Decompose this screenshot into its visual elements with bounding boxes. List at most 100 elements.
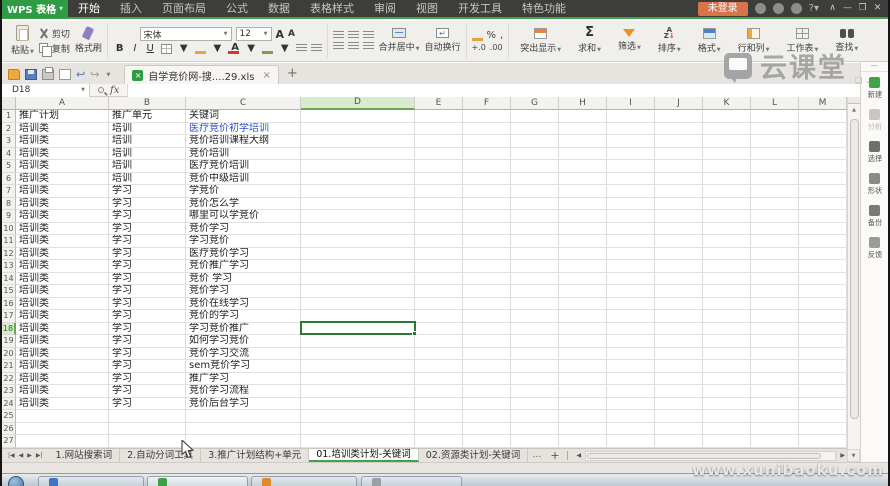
- cell-J20[interactable]: [655, 348, 703, 361]
- cell-B17[interactable]: 学习: [109, 310, 186, 323]
- cell-C24[interactable]: 竞价后台学习: [186, 398, 301, 411]
- cell-J23[interactable]: [655, 385, 703, 398]
- print-preview-icon[interactable]: [59, 69, 71, 80]
- cell-K5[interactable]: [703, 160, 751, 173]
- selected-cell-outline[interactable]: [300, 321, 416, 335]
- cell-M27[interactable]: [799, 435, 847, 448]
- cell-D15[interactable]: [301, 285, 415, 298]
- cell-M2[interactable]: [799, 123, 847, 136]
- cell-M21[interactable]: [799, 360, 847, 373]
- row-header-10[interactable]: 10: [2, 223, 16, 236]
- cell-E26[interactable]: [415, 423, 463, 436]
- cell-J8[interactable]: [655, 198, 703, 211]
- cell-G1[interactable]: [511, 110, 559, 123]
- cell-M25[interactable]: [799, 410, 847, 423]
- theme-icon[interactable]: [755, 3, 766, 14]
- cell-F20[interactable]: [463, 348, 511, 361]
- cell-H1[interactable]: [559, 110, 607, 123]
- taskbar-button-app[interactable]: [361, 476, 462, 486]
- last-sheet-icon[interactable]: ▶|: [36, 452, 43, 459]
- cell-D10[interactable]: [301, 223, 415, 236]
- cell-D13[interactable]: [301, 260, 415, 273]
- cell-F4[interactable]: [463, 148, 511, 161]
- format-button[interactable]: 格式▼: [692, 28, 727, 54]
- column-header-J[interactable]: J: [655, 97, 703, 110]
- cell-K18[interactable]: [703, 323, 751, 336]
- more-sheets-button[interactable]: …: [528, 449, 545, 462]
- cell-C25[interactable]: [186, 410, 301, 423]
- cell-G16[interactable]: [511, 298, 559, 311]
- cell-A27[interactable]: [16, 435, 109, 448]
- cell-H5[interactable]: [559, 160, 607, 173]
- cell-E14[interactable]: [415, 273, 463, 286]
- cell-L5[interactable]: [751, 160, 799, 173]
- cell-M12[interactable]: [799, 248, 847, 261]
- cell-J11[interactable]: [655, 235, 703, 248]
- cell-A8[interactable]: 培训类: [16, 198, 109, 211]
- cell-I26[interactable]: [607, 423, 655, 436]
- cell-A14[interactable]: 培训类: [16, 273, 109, 286]
- cell-J27[interactable]: [655, 435, 703, 448]
- cell-E27[interactable]: [415, 435, 463, 448]
- cell-B11[interactable]: 学习: [109, 235, 186, 248]
- cell-F3[interactable]: [463, 135, 511, 148]
- cell-E16[interactable]: [415, 298, 463, 311]
- cell-M22[interactable]: [799, 373, 847, 386]
- merge-center-button[interactable]: 合并居中▼: [379, 28, 420, 53]
- row-header-2[interactable]: 2: [2, 123, 16, 136]
- refresh-icon[interactable]: [773, 3, 784, 14]
- cell-E18[interactable]: [415, 323, 463, 336]
- cell-I24[interactable]: [607, 398, 655, 411]
- cell-E19[interactable]: [415, 335, 463, 348]
- cell-C18[interactable]: 学习竞价推广: [186, 323, 301, 336]
- sidebar-item-反馈[interactable]: 反馈: [861, 232, 888, 264]
- cell-I17[interactable]: [607, 310, 655, 323]
- cell-E12[interactable]: [415, 248, 463, 261]
- cell-D26[interactable]: [301, 423, 415, 436]
- sheet-tab-2.自动分词工具[interactable]: 2.自动分词工具: [120, 449, 201, 462]
- cell-I22[interactable]: [607, 373, 655, 386]
- cell-C8[interactable]: 竞价怎么学: [186, 198, 301, 211]
- cell-A17[interactable]: 培训类: [16, 310, 109, 323]
- cell-K11[interactable]: [703, 235, 751, 248]
- row-header-25[interactable]: 25: [2, 410, 16, 423]
- select-all-corner[interactable]: [2, 97, 16, 110]
- cell-A19[interactable]: 培训类: [16, 335, 109, 348]
- cell-G2[interactable]: [511, 123, 559, 136]
- menu-tab-页面布局[interactable]: 页面布局: [152, 0, 216, 18]
- close-icon[interactable]: ✕: [871, 2, 884, 15]
- cell-C14[interactable]: 竞价 学习: [186, 273, 301, 286]
- cell-C1[interactable]: 关键词: [186, 110, 301, 123]
- cell-F6[interactable]: [463, 173, 511, 186]
- cell-C16[interactable]: 竞价在线学习: [186, 298, 301, 311]
- cell-C9[interactable]: 哪里可以学竞价: [186, 210, 301, 223]
- cell-A20[interactable]: 培训类: [16, 348, 109, 361]
- cell-A11[interactable]: 培训类: [16, 235, 109, 248]
- cell-G24[interactable]: [511, 398, 559, 411]
- cell-L16[interactable]: [751, 298, 799, 311]
- cell-L4[interactable]: [751, 148, 799, 161]
- cell-F15[interactable]: [463, 285, 511, 298]
- maximize-icon[interactable]: ❐: [856, 2, 869, 15]
- menu-tab-开发工具[interactable]: 开发工具: [448, 0, 512, 18]
- cell-F9[interactable]: [463, 210, 511, 223]
- cell-G22[interactable]: [511, 373, 559, 386]
- cell-M4[interactable]: [799, 148, 847, 161]
- cell-I5[interactable]: [607, 160, 655, 173]
- find-button[interactable]: 查找▼: [829, 29, 864, 53]
- cell-F27[interactable]: [463, 435, 511, 448]
- cell-D4[interactable]: [301, 148, 415, 161]
- sheet-tab-02.资源类计划-关键词[interactable]: 02.资源类计划-关键词: [419, 449, 529, 462]
- cell-I4[interactable]: [607, 148, 655, 161]
- cell-K24[interactable]: [703, 398, 751, 411]
- cell-B14[interactable]: 学习: [109, 273, 186, 286]
- cell-L14[interactable]: [751, 273, 799, 286]
- cell-H7[interactable]: [559, 185, 607, 198]
- cell-B20[interactable]: 学习: [109, 348, 186, 361]
- row-header-9[interactable]: 9: [2, 210, 16, 223]
- rows-cols-button[interactable]: 行和列▼: [732, 28, 776, 54]
- row-header-12[interactable]: 12: [2, 248, 16, 261]
- cell-I27[interactable]: [607, 435, 655, 448]
- cell-G23[interactable]: [511, 385, 559, 398]
- wps-logo[interactable]: WPS 表格▼: [2, 0, 68, 18]
